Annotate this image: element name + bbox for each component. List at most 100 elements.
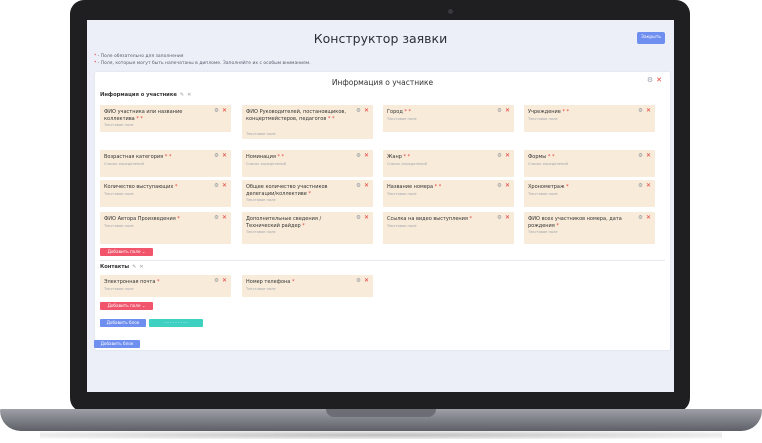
gear-icon[interactable]: ⚙ [214,183,219,189]
form-field[interactable]: Номер телефона * Текстовое поле ⚙ ✕ [242,275,373,297]
required-mark: * [173,184,178,190]
delete-icon[interactable]: ✕ [364,107,369,114]
add-field-button[interactable]: Добавить поле ⌄ [100,248,153,256]
add-field-button[interactable]: Добавить поле ⌄ [100,302,153,310]
delete-icon[interactable]: ✕ [646,152,651,159]
field-label: Учреждение * * [528,109,633,116]
form-field[interactable]: ФИО участника или название коллектива * … [100,105,231,132]
form-field[interactable]: ФИО Автора Произведения * Текстовое поле ⚙… [100,212,231,244]
field-placeholder: Список определений [246,162,286,166]
form-field[interactable]: ФИО Руководителей, постановщиков, концер… [242,105,373,139]
delete-icon[interactable]: ✕ [505,107,510,114]
delete-icon[interactable]: ✕ [364,182,369,189]
delete-icon[interactable]: ✕ [364,152,369,159]
gear-icon[interactable]: ⚙ [356,278,361,284]
delete-icon[interactable]: ✕ [364,277,369,284]
field-controls: ⚙ ✕ [497,107,510,114]
gear-icon[interactable]: ⚙ [356,108,361,114]
required-mark: * * [326,115,335,122]
gear-icon[interactable]: ⚙ [214,108,219,114]
field-placeholder: Текстовое поле [104,224,134,228]
close-button[interactable]: Закрыть [637,32,665,44]
field-placeholder: Текстовое поле [246,287,276,291]
delete-icon[interactable]: ✕ [222,182,227,189]
gear-icon[interactable]: ⚙ [638,183,643,189]
form-field[interactable]: Формы * * Список определений ⚙ ✕ [524,150,655,177]
delete-icon[interactable]: ✕ [505,152,510,159]
field-label-text: Возрастная категория [104,154,164,160]
gear-icon[interactable]: ⚙ [638,215,643,221]
gear-icon[interactable]: ⚙ [638,153,643,159]
field-controls: ⚙ ✕ [497,214,510,221]
delete-section-icon[interactable]: ✕ [187,92,191,98]
form-field[interactable]: ФИО всех участников номера, дата рождени… [524,212,655,244]
delete-icon[interactable]: ✕ [646,214,651,221]
gear-icon[interactable]: ⚙ [638,108,643,114]
field-label-text: Жанр [387,154,402,160]
required-mark: * [564,184,569,190]
form-field[interactable]: Электронная почта * Текстовое поле ⚙ ✕ [100,275,231,297]
gear-icon[interactable]: ⚙ [356,215,361,221]
form-field[interactable]: Дополнительные сведения / Технический ра… [242,212,373,244]
gear-icon[interactable]: ⚙ [214,215,219,221]
form-field[interactable]: Количество выступающих * Текстовое поле ⚙ ✕ [100,180,231,207]
field-placeholder: Текстовое поле [528,117,558,121]
edit-icon[interactable]: ✎ [132,264,136,270]
field-label: Возрастная категория * * [104,154,209,161]
delete-section-icon[interactable]: ✕ [139,264,143,270]
edit-icon[interactable]: ✎ [180,92,184,98]
field-placeholder: Список определений [387,162,427,166]
field-label-text: ФИО участника или название коллектива [104,109,183,122]
delete-icon[interactable]: ✕ [646,107,651,114]
add-block-button[interactable]: Добавить блок [94,340,140,348]
delete-icon[interactable]: ✕ [505,214,510,221]
delete-icon[interactable]: ✕ [364,214,369,221]
required-mark: * [290,279,295,285]
gear-icon[interactable]: ⚙ [497,183,502,189]
field-label-text: Учреждение [528,109,561,115]
field-label: Город * * [387,109,492,116]
gear-icon[interactable]: ⚙ [647,76,653,84]
form-field[interactable]: Ссылка на видео выступления * Текстовое п… [383,212,514,244]
form-field[interactable]: Город * * Текстовое поле ⚙ ✕ [383,105,514,132]
delete-icon[interactable]: ✕ [505,182,510,189]
field-controls: ⚙ ✕ [356,182,369,189]
field-label: Жанр * * [387,154,492,161]
delete-icon[interactable]: ✕ [222,277,227,284]
gear-icon[interactable]: ⚙ [356,153,361,159]
form-field[interactable]: Учреждение * * Текстовое поле ⚙ ✕ [524,105,655,132]
delete-icon[interactable]: ✕ [222,107,227,114]
add-block-inner-button[interactable]: Добавить блок [100,319,146,327]
field-controls: ⚙ ✕ [638,152,651,159]
field-controls: ⚙ ✕ [356,277,369,284]
field-placeholder: Текстовое поле [246,198,276,202]
field-label: Общее количество участников делегации/ко… [246,184,351,197]
close-icon[interactable]: ✕ [656,76,662,84]
gear-icon[interactable]: ⚙ [214,153,219,159]
note-diploma-text: - Поля, которые могут быть напечатаны в … [96,61,311,66]
form-field[interactable]: Возрастная категория * * Список определен… [100,150,231,177]
form-field[interactable]: Название номера * * Текстовое поле ⚙ ✕ [383,180,514,207]
field-controls: ⚙ ✕ [356,214,369,221]
gear-icon[interactable]: ⚙ [497,153,502,159]
form-field[interactable]: Общее количество участников делегации/ко… [242,180,373,207]
field-placeholder: Текстовое поле [387,117,417,121]
teal-button[interactable]: - - - - - - - - - [149,319,203,327]
form-field[interactable]: Хронометраж * Текстовое поле ⚙ ✕ [524,180,655,207]
delete-icon[interactable]: ✕ [646,182,651,189]
field-label-text: Номер телефона [246,279,291,285]
required-mark: * * [275,154,285,160]
required-mark: * * [560,109,570,115]
form-field[interactable]: Жанр * * Список определений ⚙ ✕ [383,150,514,177]
gear-icon[interactable]: ⚙ [356,183,361,189]
gear-icon[interactable]: ⚙ [497,108,502,114]
required-mark: * * [546,154,555,160]
field-placeholder: Текстовое поле [246,132,276,136]
field-label: Количество выступающих * [104,184,209,191]
delete-icon[interactable]: ✕ [222,152,227,159]
form-field[interactable]: Номинация * * Список определений ⚙ ✕ [242,150,373,177]
delete-icon[interactable]: ✕ [222,214,227,221]
gear-icon[interactable]: ⚙ [214,278,219,284]
gear-icon[interactable]: ⚙ [497,215,502,221]
field-label-text: Номинация [246,154,276,160]
